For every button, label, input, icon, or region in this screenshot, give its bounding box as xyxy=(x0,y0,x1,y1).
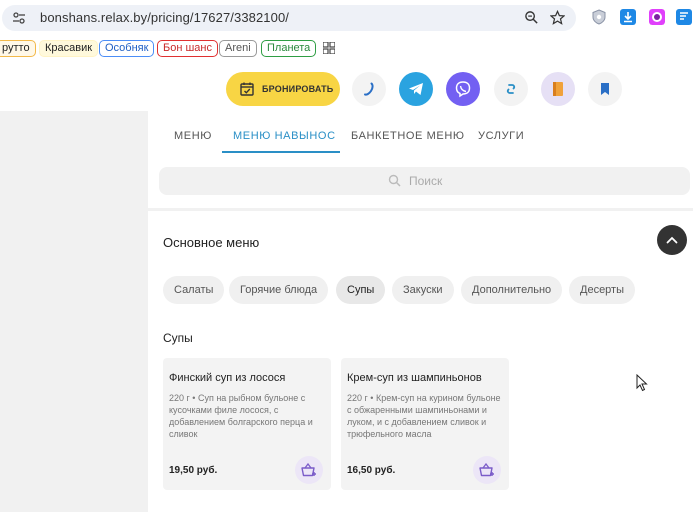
menu-book-button[interactable] xyxy=(541,72,575,106)
menu-item-card[interactable]: Финский суп из лосося 220 г • Суп на рыб… xyxy=(163,358,331,490)
tab-menu[interactable]: МЕНЮ xyxy=(174,130,212,142)
subsection-title: Супы xyxy=(163,331,193,345)
download-extension-icon[interactable] xyxy=(620,9,636,25)
browser-toolbar: bonshans.relax.by/pricing/17627/3382100/ xyxy=(0,0,693,36)
form-extension-icon[interactable] xyxy=(676,9,692,25)
tab-services[interactable]: УСЛУГИ xyxy=(478,130,524,142)
phone-icon xyxy=(364,82,374,96)
zoom-icon[interactable] xyxy=(524,10,539,25)
category-desserts[interactable]: Десерты xyxy=(569,276,636,304)
book-button-label: БРОНИРОВАТЬ xyxy=(262,84,334,94)
category-snacks[interactable]: Закуски xyxy=(392,276,454,304)
item-description: 220 г • Суп на рыбном бульоне с кусочкам… xyxy=(169,393,313,439)
category-hot-dishes[interactable]: Горячие блюда xyxy=(229,276,329,304)
section-title: Основное меню xyxy=(163,235,260,250)
viber-button[interactable] xyxy=(446,72,480,106)
bookmark-planeta[interactable]: Планета xyxy=(261,40,317,57)
category-soups[interactable]: Супы xyxy=(336,276,386,304)
divider xyxy=(148,208,693,211)
search-placeholder: Поиск xyxy=(409,174,443,188)
color-extension-icon[interactable] xyxy=(649,9,665,25)
add-to-cart-button[interactable] xyxy=(473,456,501,484)
bookmark-osobnyak[interactable]: Особняк xyxy=(99,40,155,57)
chevron-up-icon xyxy=(666,236,678,244)
calendar-check-icon xyxy=(240,82,254,96)
shield-extension-icon[interactable] xyxy=(591,9,607,25)
menu-panel: МЕНЮ МЕНЮ НАВЫНОС БАНКЕТНОЕ МЕНЮ УСЛУГИ … xyxy=(148,118,693,512)
bookmark-star-icon[interactable] xyxy=(550,10,565,25)
add-to-cart-button[interactable] xyxy=(295,456,323,484)
page-side-background xyxy=(0,111,148,512)
menu-tabs: МЕНЮ МЕНЮ НАВЫНОС БАНКЕТНОЕ МЕНЮ УСЛУГИ xyxy=(148,118,693,154)
bookmark-krasavik[interactable]: Красавик xyxy=(39,40,99,57)
site-settings-icon[interactable] xyxy=(12,11,26,25)
item-name: Крем-суп из шампиньонов xyxy=(347,372,482,384)
active-tab-indicator xyxy=(222,151,340,153)
phone-button[interactable] xyxy=(352,72,386,106)
url-text[interactable]: bonshans.relax.by/pricing/17627/3382100/ xyxy=(40,10,289,25)
bookmark-areni[interactable]: Areni xyxy=(219,40,257,57)
book-button[interactable]: БРОНИРОВАТЬ xyxy=(226,72,340,106)
tab-banquet-menu[interactable]: БАНКЕТНОЕ МЕНЮ xyxy=(351,130,465,142)
category-salads[interactable]: Салаты xyxy=(163,276,225,304)
link-button[interactable] xyxy=(494,72,528,106)
address-bar[interactable]: bonshans.relax.by/pricing/17627/3382100/ xyxy=(2,5,576,31)
book-icon xyxy=(553,82,563,96)
save-bookmark-button[interactable] xyxy=(588,72,622,106)
apps-grid-icon[interactable] xyxy=(323,42,335,54)
mouse-cursor-icon xyxy=(636,374,648,392)
search-icon xyxy=(388,174,401,187)
viber-icon xyxy=(455,81,471,98)
action-bar: БРОНИРОВАТЬ xyxy=(0,72,693,106)
bookmark-rutto[interactable]: рутто xyxy=(0,40,36,57)
telegram-button[interactable] xyxy=(399,72,433,106)
bookmarks-bar: рутто Красавик Особняк Бон шанс Areni Пл… xyxy=(0,36,693,62)
search-input[interactable]: Поиск xyxy=(159,167,690,195)
category-additional[interactable]: Дополнительно xyxy=(461,276,563,304)
basket-plus-icon xyxy=(479,463,494,477)
tab-takeaway-menu[interactable]: МЕНЮ НАВЫНОС xyxy=(233,130,336,142)
item-description: 220 г • Крем-суп на курином бульоне с об… xyxy=(347,393,501,439)
link-icon xyxy=(506,84,516,94)
telegram-icon xyxy=(409,83,423,95)
item-name: Финский суп из лосося xyxy=(169,372,286,384)
bookmark-icon xyxy=(601,83,609,95)
item-price: 16,50 руб. xyxy=(347,465,396,476)
basket-plus-icon xyxy=(301,463,316,477)
bookmark-bon-shans[interactable]: Бон шанс xyxy=(157,40,218,57)
collapse-button[interactable] xyxy=(657,225,687,255)
menu-item-card[interactable]: Крем-суп из шампиньонов 220 г • Крем-суп… xyxy=(341,358,509,490)
item-price: 19,50 руб. xyxy=(169,465,218,476)
